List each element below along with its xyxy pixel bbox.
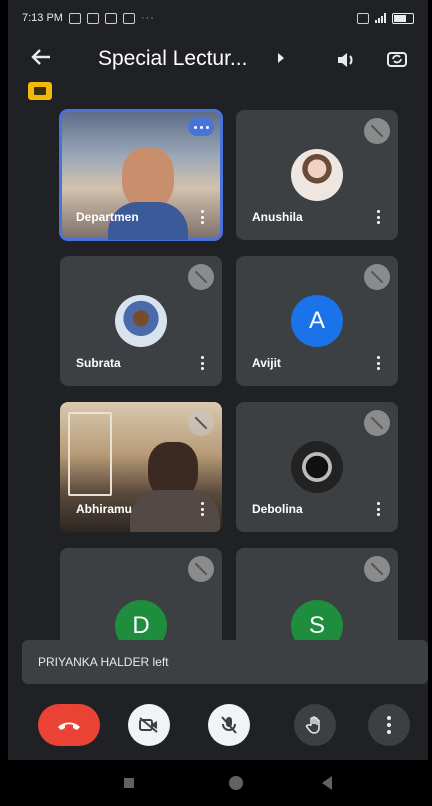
captions-badge[interactable] bbox=[28, 82, 52, 100]
captions-icon bbox=[34, 87, 46, 95]
chevron-right-icon[interactable] bbox=[278, 53, 284, 63]
home-button[interactable] bbox=[229, 776, 243, 790]
end-call-icon bbox=[58, 722, 80, 730]
participant-video bbox=[130, 490, 220, 532]
speaker-icon bbox=[338, 53, 353, 67]
meeting-title[interactable]: Special Lectur... bbox=[98, 46, 247, 72]
notification-icon bbox=[122, 12, 135, 24]
back-nav-button[interactable] bbox=[322, 776, 332, 790]
more-vertical-icon bbox=[387, 716, 391, 734]
meeting-header: Special Lectur... bbox=[8, 38, 428, 80]
participant-name: Abhiramu bbox=[76, 502, 133, 516]
avatar bbox=[291, 149, 343, 201]
call-controls bbox=[8, 690, 428, 760]
raise-hand-icon bbox=[305, 716, 320, 734]
tile-menu-icon[interactable] bbox=[200, 502, 204, 516]
tile-menu-icon[interactable] bbox=[376, 502, 380, 516]
participant-tile[interactable]: Subrata bbox=[60, 256, 222, 386]
camera-toggle-button[interactable] bbox=[128, 704, 170, 746]
meet-screen: 7:13 PM ··· Special Lectur... Departmen … bbox=[8, 0, 428, 806]
mic-off-icon bbox=[188, 410, 214, 436]
recents-button[interactable] bbox=[124, 778, 134, 788]
participant-name: Debolina bbox=[252, 502, 303, 516]
mic-off-icon bbox=[364, 264, 390, 290]
arrow-left-icon bbox=[31, 49, 50, 65]
notification-icon bbox=[104, 12, 117, 24]
mic-off-icon bbox=[364, 118, 390, 144]
participant-tile[interactable]: Anushila bbox=[236, 110, 398, 240]
mic-off-icon bbox=[188, 264, 214, 290]
wifi-icon bbox=[357, 12, 369, 24]
participant-name: Subrata bbox=[76, 356, 121, 370]
end-call-button[interactable] bbox=[38, 704, 100, 746]
participant-tile[interactable]: Abhiramu bbox=[60, 402, 222, 532]
mic-off-icon bbox=[364, 556, 390, 582]
more-options-button[interactable] bbox=[188, 118, 214, 136]
participant-name: Anushila bbox=[252, 210, 303, 224]
signal-icon bbox=[375, 13, 386, 23]
battery-icon bbox=[392, 12, 414, 24]
status-more: ··· bbox=[140, 12, 155, 24]
status-bar: 7:13 PM ··· bbox=[8, 0, 428, 36]
speaker-button[interactable] bbox=[336, 50, 356, 70]
participant-tile[interactable]: Departmen bbox=[59, 109, 223, 241]
participant-left-toast: PRIYANKA HALDER left bbox=[22, 640, 428, 684]
notification-icon bbox=[86, 12, 99, 24]
tile-menu-icon[interactable] bbox=[200, 356, 204, 370]
mic-off-icon bbox=[364, 410, 390, 436]
switch-camera-button[interactable] bbox=[386, 48, 408, 70]
raise-hand-button[interactable] bbox=[294, 704, 336, 746]
mic-off-icon bbox=[188, 556, 214, 582]
camera-off-icon bbox=[139, 717, 158, 733]
participant-tile[interactable]: Debolina bbox=[236, 402, 398, 532]
tile-menu-icon[interactable] bbox=[376, 356, 380, 370]
avatar bbox=[115, 295, 167, 347]
tile-menu-icon[interactable] bbox=[200, 210, 204, 224]
notification-icon bbox=[68, 12, 81, 24]
status-time: 7:13 PM bbox=[22, 12, 63, 24]
participant-video bbox=[68, 412, 112, 496]
mic-off-icon bbox=[221, 716, 237, 734]
mic-toggle-button[interactable] bbox=[208, 704, 250, 746]
participant-name: Avijit bbox=[252, 356, 281, 370]
participant-video bbox=[122, 148, 174, 210]
tile-menu-icon[interactable] bbox=[376, 210, 380, 224]
more-options-button[interactable] bbox=[368, 704, 410, 746]
system-nav-bar bbox=[8, 760, 428, 806]
back-button[interactable] bbox=[30, 46, 52, 73]
participant-tile[interactable]: A Avijit bbox=[236, 256, 398, 386]
avatar bbox=[291, 441, 343, 493]
switch-camera-icon bbox=[387, 52, 407, 67]
avatar: A bbox=[291, 295, 343, 347]
toast-message: PRIYANKA HALDER left bbox=[38, 655, 169, 669]
participant-name: Departmen bbox=[76, 210, 139, 224]
